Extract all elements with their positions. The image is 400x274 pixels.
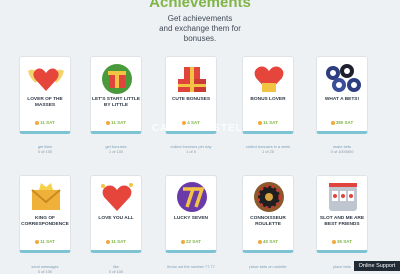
page-title: Achievements	[149, 0, 251, 11]
achievement-card-king-of-correspondence[interactable]: KING OF CORRESPONDENCE 11 SAT	[19, 175, 71, 253]
achievement-card-what-a-bets[interactable]: WHAT A BETS! 380 SAT	[316, 56, 368, 134]
achievement-reward: 380 SAT	[317, 120, 367, 125]
coin-icon	[258, 239, 263, 244]
achievement-card-slot-best-friends[interactable]: SLOT AND ME ARE BEST FRIENDS 35 SAT	[316, 175, 368, 253]
coin-icon	[35, 239, 40, 244]
subtitle-line: and exchange them for	[159, 24, 241, 33]
coin-icon	[330, 120, 335, 125]
achievement-name: SLOT AND ME ARE BEST FRIENDS	[319, 216, 365, 227]
achievement-name: LOVER OF THE MASSES	[27, 97, 63, 108]
achievement-task: send messages 0 of 100	[31, 264, 59, 274]
achievement-name: KING OF CORRESPONDENCE	[21, 216, 69, 227]
achievement-name: LOVE YOU ALL	[98, 216, 134, 221]
achievement-reward: 11 SAT	[91, 239, 141, 244]
achievement-task: throw out the number 77.77	[167, 264, 215, 269]
achievement-task: place bets on roulette	[249, 264, 287, 269]
coin-icon	[332, 239, 337, 244]
roulette-wheel-icon	[249, 180, 289, 214]
heart-stars-icon	[97, 180, 137, 214]
achievement-card-love-you-all[interactable]: LOVE YOU ALL 11 SAT	[90, 175, 142, 253]
achievement-card-lets-start-little[interactable]: LET'S START LITTLE BY LITTLE 11 SAT	[90, 56, 142, 134]
slot-machine-icon	[323, 180, 363, 214]
subtitle-line: Get achievements	[167, 14, 233, 23]
heart-gift-icon	[249, 61, 289, 95]
achievement-reward: 11 SAT	[20, 239, 70, 244]
achievement-name: CONNOISSEUR ROULETTE	[250, 216, 286, 227]
achievement-name: LET'S START LITTLE BY LITTLE	[92, 97, 140, 108]
online-support-button[interactable]: Online Support	[354, 261, 400, 271]
achievement-name: WHAT A BETS!	[324, 97, 360, 102]
gift-wreath-icon	[97, 61, 137, 95]
lucky-seven-icon	[172, 180, 212, 214]
achievement-reward: 40 SAT	[243, 239, 293, 244]
achievement-task: get bonuses 1 of 100	[105, 144, 127, 154]
gift-boxes-icon	[172, 61, 212, 95]
coin-icon	[181, 239, 186, 244]
achievement-task: collect bonuses in a week 1 of 25	[245, 144, 291, 154]
achievement-name: BONUS LOVER	[250, 97, 286, 102]
achievement-card-lover-of-the-masses[interactable]: LOVER OF THE MASSES 11 SAT	[19, 56, 71, 134]
achievement-reward: 11 SAT	[20, 120, 70, 125]
coin-icon	[106, 239, 111, 244]
coin-icon	[106, 120, 111, 125]
achievement-reward: 11 SAT	[91, 120, 141, 125]
envelope-crown-icon	[26, 180, 66, 214]
achievement-card-lucky-seven[interactable]: LUCKY SEVEN 22 SAT	[165, 175, 217, 253]
page-subtitle: Get achievements and exchange them for b…	[120, 14, 280, 44]
achievement-task: like 0 of 100	[108, 264, 124, 274]
achievement-task: make bets 0 of 1000000	[330, 144, 354, 154]
achievement-reward: 35 SAT	[317, 239, 367, 244]
achievement-reward: 22 SAT	[166, 239, 216, 244]
winged-heart-icon	[26, 61, 66, 95]
achievement-name: CUTE BONUSES	[171, 97, 211, 102]
watermark: CASINOCASTELLA.COM	[151, 123, 289, 134]
achievement-card-connoisseur-roulette[interactable]: CONNOISSEUR ROULETTE 40 SAT	[242, 175, 294, 253]
subtitle-line: bonuses.	[183, 34, 217, 43]
achievement-task: collect bonuses per day 1 of 5	[170, 144, 212, 154]
achievement-name: LUCKY SEVEN	[173, 216, 209, 221]
coin-icon	[35, 120, 40, 125]
achievement-task: get likes 0 of 100	[37, 144, 53, 154]
casino-chips-icon	[323, 61, 363, 95]
